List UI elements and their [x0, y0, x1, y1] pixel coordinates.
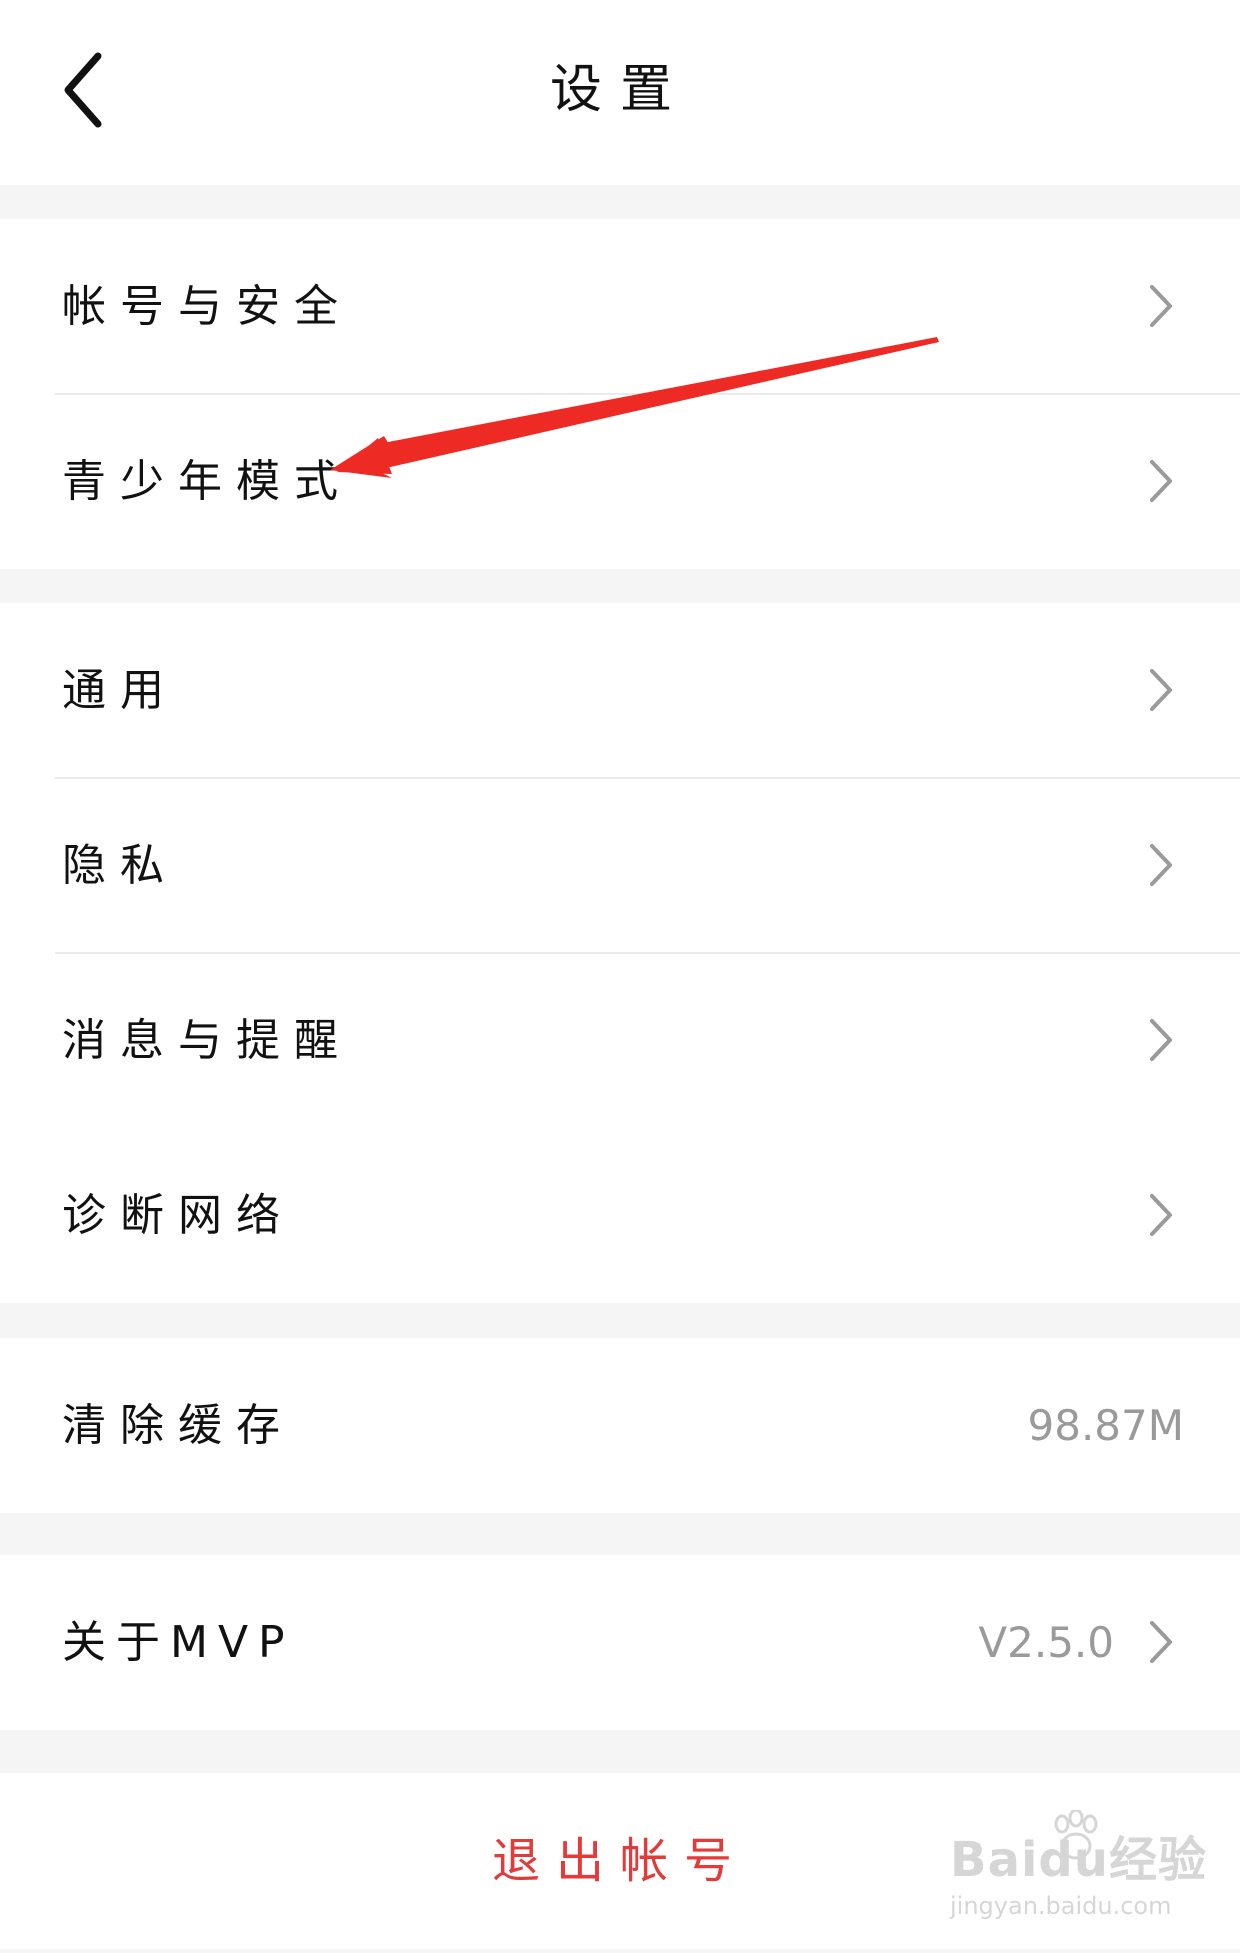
notifications-row[interactable]: 消息与提醒: [0, 953, 1240, 1128]
teen-mode-row[interactable]: 青少年模式: [0, 394, 1240, 569]
cache-section: 清除缓存 98.87M: [0, 1338, 1240, 1513]
chevron-right-icon: [1150, 669, 1172, 711]
about-row[interactable]: 关于MVP V2.5.0: [0, 1555, 1240, 1730]
chevron-right-icon: [1150, 1621, 1172, 1663]
page-title: 设置: [549, 60, 690, 120]
account-section: 帐号与安全 青少年模式: [0, 219, 1240, 569]
privacy-row[interactable]: 隐私: [0, 778, 1240, 953]
chevron-right-icon: [1150, 844, 1172, 886]
version-value: V2.5.0: [978, 1618, 1114, 1667]
clear-cache-label: 清除缓存: [62, 1400, 294, 1451]
watermark-url: jingyan.baidu.com: [950, 1892, 1172, 1920]
baidu-watermark: Baidu经验 jingyan.baidu.com: [940, 1810, 1206, 1940]
cache-size-value: 98.87M: [1027, 1401, 1184, 1450]
general-section: 通用 隐私 消息与提醒 诊断网络: [0, 603, 1240, 1303]
chevron-right-icon: [1150, 460, 1172, 502]
watermark-main-text: Baidu经验: [950, 1832, 1207, 1888]
chevron-right-icon: [1150, 1019, 1172, 1061]
network-diagnosis-label: 诊断网络: [62, 1190, 294, 1241]
general-label: 通用: [62, 665, 178, 716]
about-label: 关于MVP: [62, 1617, 295, 1668]
chevron-right-icon: [1150, 285, 1172, 327]
notifications-label: 消息与提醒: [62, 1015, 352, 1066]
general-row[interactable]: 通用: [0, 603, 1240, 778]
network-diagnosis-row[interactable]: 诊断网络: [0, 1128, 1240, 1303]
chevron-right-icon: [1150, 1194, 1172, 1236]
privacy-label: 隐私: [62, 840, 178, 891]
teen-mode-label: 青少年模式: [62, 456, 352, 507]
header-bar: 设置: [0, 0, 1240, 185]
about-section: 关于MVP V2.5.0: [0, 1555, 1240, 1730]
clear-cache-row[interactable]: 清除缓存 98.87M: [0, 1338, 1240, 1513]
account-security-row[interactable]: 帐号与安全: [0, 219, 1240, 394]
account-security-label: 帐号与安全: [62, 281, 352, 332]
